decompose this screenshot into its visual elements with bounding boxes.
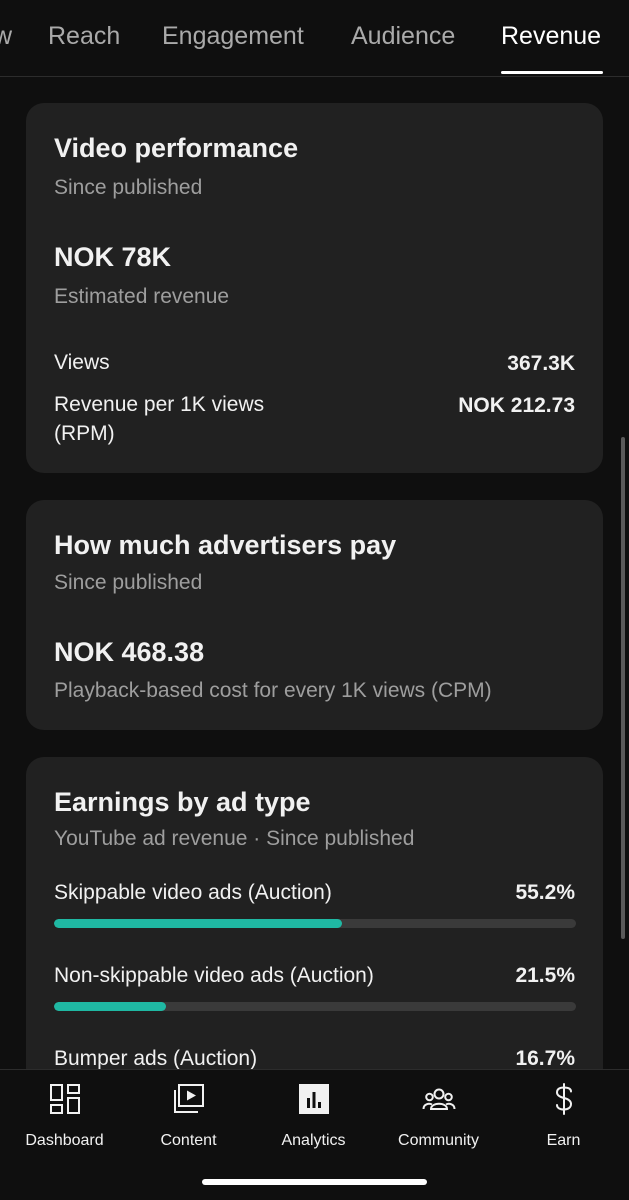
ad-type-label: Skippable video ads (Auction): [54, 881, 332, 904]
content-icon: [173, 1084, 204, 1113]
video-performance-card[interactable]: Video performance Since published NOK 78…: [26, 103, 603, 473]
card-subtitle: Since published: [54, 176, 203, 199]
ad-type-percent: 16.7%: [515, 1047, 575, 1069]
cpm-value: NOK 468.38: [54, 637, 205, 667]
card-subtitle: Since published: [54, 571, 203, 594]
card-title: Video performance: [54, 133, 299, 163]
ad-type-bar-fill: [54, 919, 343, 928]
tab-reach[interactable]: Reach: [48, 22, 120, 51]
nav-label: Content: [160, 1132, 217, 1149]
nav-label: Dashboard: [25, 1132, 104, 1149]
card-title: Earnings by ad type: [54, 787, 311, 817]
dashboard-icon: [49, 1084, 80, 1114]
advertisers-pay-card[interactable]: How much advertisers pay Since published…: [26, 500, 603, 730]
nav-analytics[interactable]: Analytics: [251, 1082, 376, 1152]
card-subtitle: YouTube ad revenue · Since published: [54, 827, 415, 850]
analytics-icon: [298, 1084, 329, 1114]
earn-icon: [555, 1083, 572, 1115]
ad-type-bar: [54, 919, 576, 928]
nav-label: Analytics: [281, 1132, 346, 1149]
scrollbar[interactable]: [621, 437, 625, 939]
cpm-label: Playback-based cost for every 1K views (…: [54, 679, 492, 702]
ad-type-bar: [54, 1002, 576, 1011]
tab-revenue[interactable]: Revenue: [501, 22, 601, 51]
views-label: Views: [54, 351, 110, 374]
nav-earn[interactable]: Earn: [501, 1082, 626, 1152]
ad-type-bar-fill: [54, 1002, 167, 1011]
community-icon: [422, 1088, 455, 1110]
tab-audience[interactable]: Audience: [351, 22, 455, 51]
nav-dashboard[interactable]: Dashboard: [2, 1082, 127, 1152]
revenue-content[interactable]: Video performance Since published NOK 78…: [0, 78, 629, 1069]
card-title: How much advertisers pay: [54, 530, 397, 560]
active-tab-indicator: [501, 71, 603, 74]
earnings-by-ad-type-card[interactable]: Earnings by ad type YouTube ad revenue ·…: [26, 757, 603, 1069]
views-value: 367.3K: [507, 352, 575, 375]
rpm-value: NOK 212.73: [458, 394, 575, 417]
estimated-revenue-label: Estimated revenue: [54, 285, 230, 308]
nav-label: Community: [398, 1132, 479, 1149]
ad-type-label: Bumper ads (Auction): [54, 1047, 258, 1069]
analytics-tab-bar: w Reach Engagement Audience Revenue: [0, 0, 629, 77]
nav-community[interactable]: Community: [376, 1082, 501, 1152]
home-indicator[interactable]: [202, 1179, 427, 1185]
tab-engagement[interactable]: Engagement: [162, 22, 304, 51]
nav-label: Earn: [546, 1132, 581, 1149]
ad-type-percent: 21.5%: [515, 964, 575, 987]
tab-overview[interactable]: w: [0, 22, 12, 51]
ad-type-percent: 55.2%: [515, 881, 575, 904]
estimated-revenue-value: NOK 78K: [54, 242, 172, 272]
nav-content[interactable]: Content: [126, 1082, 251, 1152]
rpm-label: Revenue per 1K views (RPM): [54, 393, 265, 445]
ad-type-label: Non-skippable video ads (Auction): [54, 964, 374, 987]
